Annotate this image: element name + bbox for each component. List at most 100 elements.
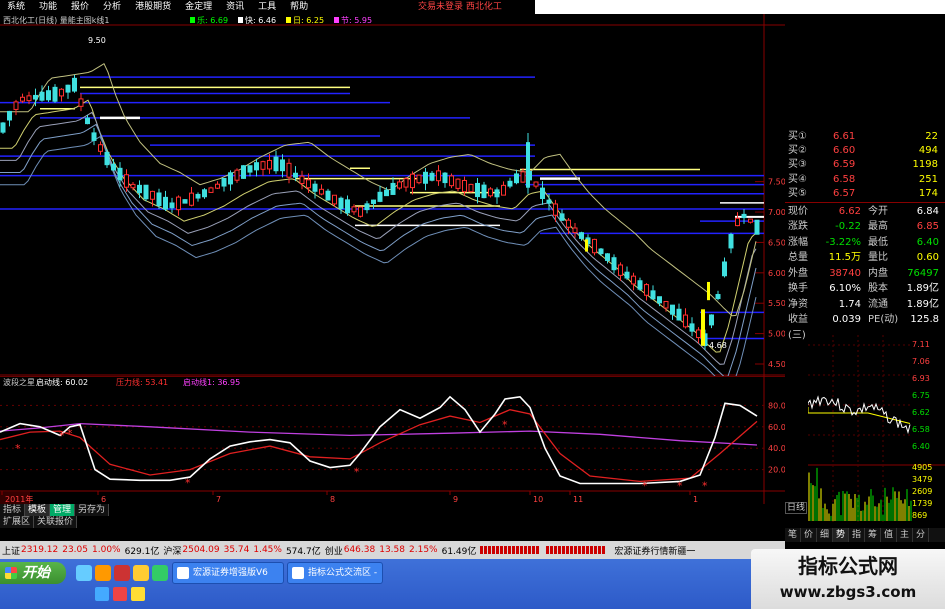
quote-value: 6.40 xyxy=(916,236,939,248)
candle-body xyxy=(169,202,175,209)
menu-item-7[interactable]: 工具 xyxy=(251,0,283,14)
candle-body xyxy=(91,132,97,141)
tray-icon-1[interactable] xyxy=(95,587,109,601)
candle-body xyxy=(104,151,110,166)
index-change: 23.05 xyxy=(62,545,88,555)
candle-body xyxy=(358,206,363,217)
menu-item-6[interactable]: 资讯 xyxy=(219,0,251,14)
candle-body xyxy=(468,183,474,193)
menu-item-5[interactable]: 金定理 xyxy=(178,0,219,14)
bid-row[interactable]: 买⑤ 6.57 174 xyxy=(785,187,945,201)
legend-label: 乐: 6.69 xyxy=(197,15,228,25)
tab-1[interactable]: 模板 xyxy=(25,504,51,516)
bid-row[interactable]: 买④ 6.58 251 xyxy=(785,173,945,187)
app-icon[interactable] xyxy=(114,565,130,581)
right-tab-0[interactable]: 笔 xyxy=(785,528,801,542)
tab-ext-1[interactable]: 关联报价 xyxy=(34,516,78,528)
signal-star-marker: * xyxy=(185,476,191,489)
desktop-icon[interactable] xyxy=(76,565,92,581)
quote-label: 外盘 xyxy=(788,267,808,279)
candle-body xyxy=(267,159,272,170)
candle-body xyxy=(384,189,389,197)
candle-body xyxy=(676,308,682,321)
day-period-button[interactable]: 日线 xyxy=(785,502,807,514)
intraday-mini-chart[interactable]: 7.11 7.06 6.93 6.75 6.62 6.58 6.40 4905 3479 2609… xyxy=(808,335,945,525)
candle-body xyxy=(455,178,461,189)
price-axis-label: 7.00 xyxy=(768,208,785,217)
window-app-icon xyxy=(292,567,304,579)
date-axis-label: 2011年 xyxy=(5,494,33,504)
candle-body xyxy=(637,280,643,290)
start-button[interactable]: 开始 xyxy=(0,562,66,584)
candle-body xyxy=(735,217,740,227)
legend-swatch xyxy=(334,17,339,23)
right-panel-tabs: 笔价细势指筹值主分 xyxy=(785,528,945,542)
taskbar-window-0[interactable]: 宏源证券增强版V6 xyxy=(172,562,284,584)
tab-ext-0[interactable]: 扩展区 xyxy=(0,516,35,528)
tab-0[interactable]: 指标 xyxy=(0,504,26,516)
menu-item-1[interactable]: 功能 xyxy=(32,0,64,14)
bid-row[interactable]: 买③ 6.59 1198 xyxy=(785,158,945,172)
candle-body xyxy=(117,167,123,181)
indicator-chart[interactable]: ********* 80.0060.0040.0020.00 波段之星启动线: … xyxy=(0,376,785,504)
news-ticker[interactable]: 宏源证券行情新疆一 xyxy=(614,544,695,557)
media-icon[interactable] xyxy=(152,565,168,581)
menu-item-8[interactable]: 帮助 xyxy=(283,0,315,14)
candle-body xyxy=(221,177,227,187)
candle-body xyxy=(540,187,545,199)
mini-volume-label: 4905 xyxy=(912,463,932,472)
bid-row[interactable]: 买① 6.61 22 xyxy=(785,130,945,144)
candle-body xyxy=(325,190,331,201)
signal-star-marker: * xyxy=(67,427,73,440)
menu-item-2[interactable]: 报价 xyxy=(64,0,96,14)
quote-row: 总量 11.5万 量比 0.60 xyxy=(785,250,945,266)
quote-label: 最高 xyxy=(868,221,888,233)
folder-icon[interactable] xyxy=(133,565,149,581)
candle-body xyxy=(78,98,84,107)
tab-2[interactable]: 管理 xyxy=(50,504,76,516)
right-tab-7[interactable]: 主 xyxy=(897,528,913,542)
bid-price: 6.57 xyxy=(833,187,856,199)
tray-icon-3[interactable] xyxy=(131,587,145,601)
candle-body xyxy=(46,90,51,101)
candle-body xyxy=(345,199,350,214)
candle-body xyxy=(598,248,604,255)
candle-body xyxy=(624,271,630,279)
menu-item-4[interactable]: 港股期货 xyxy=(128,0,178,14)
trade-login-status[interactable]: 交易未登录 西北化工 xyxy=(418,0,502,14)
signal-star-marker: * xyxy=(702,480,708,493)
quote-label: 总量 xyxy=(788,252,808,264)
bid-row[interactable]: 买② 6.60 494 xyxy=(785,144,945,158)
taskbar-window-1[interactable]: 指标公式交流区 - xyxy=(287,562,383,584)
candle-body xyxy=(546,199,552,204)
tray-icon-2[interactable] xyxy=(113,587,127,601)
right-tab-8[interactable]: 分 xyxy=(913,528,929,542)
index-pct: 2.15% xyxy=(409,545,438,555)
candle-body xyxy=(150,190,155,200)
index-name: 上证 xyxy=(2,546,21,557)
menu-item-3[interactable]: 分析 xyxy=(96,0,128,14)
quote-value: 11.5万 xyxy=(828,252,861,264)
index-pct: 1.45% xyxy=(253,545,282,555)
right-tab-6[interactable]: 值 xyxy=(881,528,897,542)
right-tab-5[interactable]: 筹 xyxy=(865,528,881,542)
quicklaunch-row2 xyxy=(95,587,145,601)
browser-icon[interactable] xyxy=(95,565,111,581)
date-axis-label: 7 xyxy=(216,495,221,504)
right-tab-4[interactable]: 指 xyxy=(849,528,865,542)
candle-body xyxy=(130,183,136,189)
right-tab-1[interactable]: 价 xyxy=(801,528,817,542)
right-tab-3[interactable]: 势 xyxy=(833,528,849,542)
quote-label: 量比 xyxy=(868,252,888,264)
legend-swatch xyxy=(286,17,291,23)
mini-price-label: 6.58 xyxy=(912,425,930,434)
main-price-chart[interactable]: 7.50 7.00 6.50 6.00 5.50 5.00 4.50 西北化工(日线) 量能… xyxy=(0,14,785,376)
menu-item-0[interactable]: 系统 xyxy=(0,0,32,14)
tab-3[interactable]: 另存为 xyxy=(75,504,110,516)
quote-value: 1.89亿 xyxy=(906,283,939,295)
menu-status-area xyxy=(535,0,945,14)
candle-body xyxy=(507,180,513,187)
candle-body xyxy=(416,174,422,184)
right-tab-2[interactable]: 细 xyxy=(817,528,833,542)
low-price-label: 4.68 xyxy=(709,341,727,350)
